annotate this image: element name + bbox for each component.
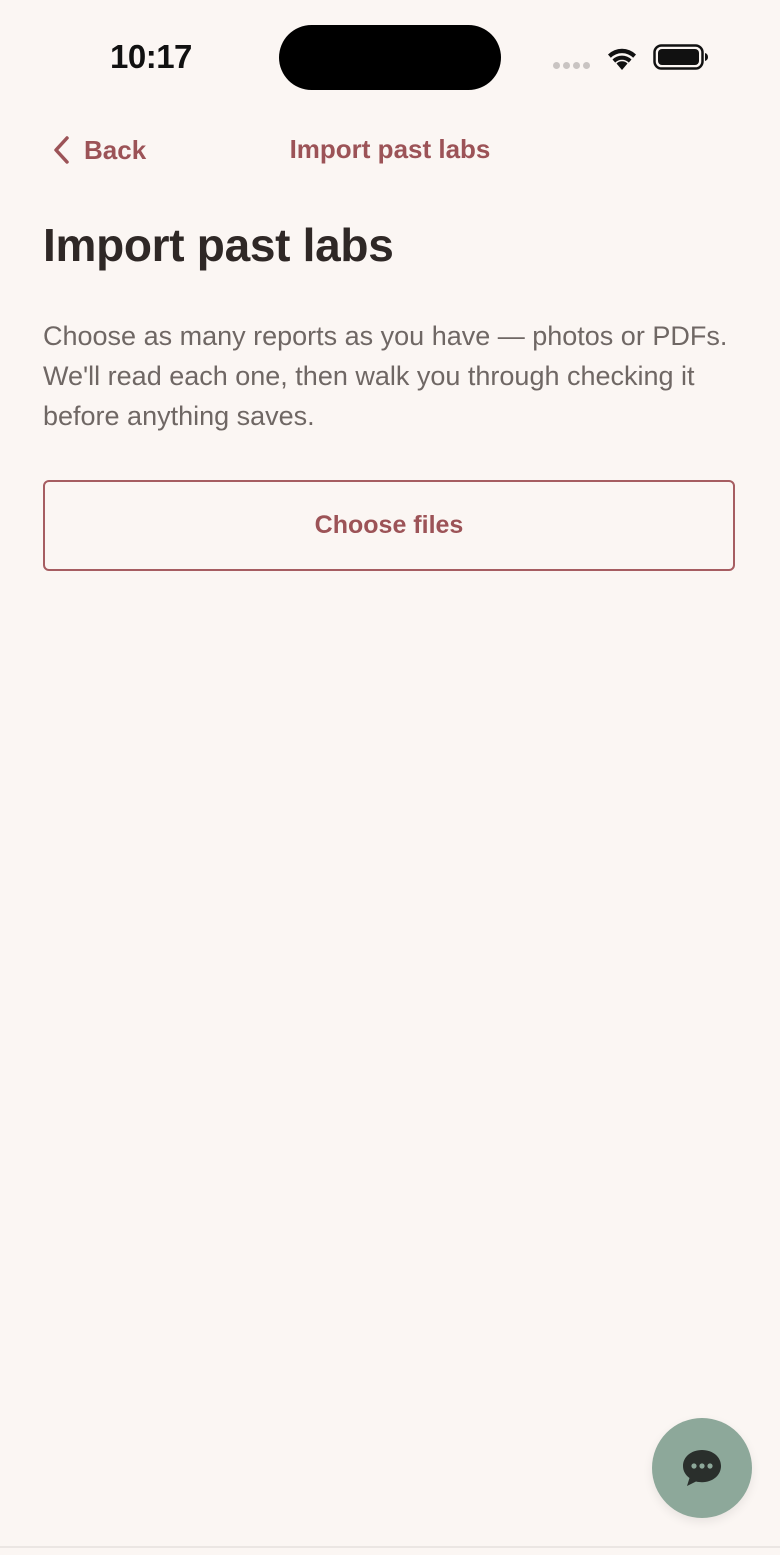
dynamic-island bbox=[279, 25, 501, 90]
bottom-divider bbox=[0, 1546, 780, 1548]
battery-icon bbox=[653, 44, 708, 70]
status-bar: 10:17 bbox=[0, 0, 780, 110]
chat-fab-button[interactable] bbox=[652, 1418, 752, 1518]
screen: 10:17 Back Import past labs Import past … bbox=[0, 0, 780, 1555]
description-text: Choose as many reports as you have — pho… bbox=[43, 321, 728, 431]
cellular-signal-icon bbox=[553, 62, 593, 70]
page-title: Import past labs bbox=[43, 219, 394, 271]
chat-bubble-icon bbox=[683, 1450, 721, 1486]
choose-files-button[interactable]: Choose files bbox=[43, 480, 735, 571]
status-time: 10:17 bbox=[110, 38, 192, 75]
navigation-bar: Back Import past labs bbox=[0, 120, 780, 180]
nav-title: Import past labs bbox=[289, 134, 491, 164]
wifi-icon bbox=[608, 48, 636, 70]
